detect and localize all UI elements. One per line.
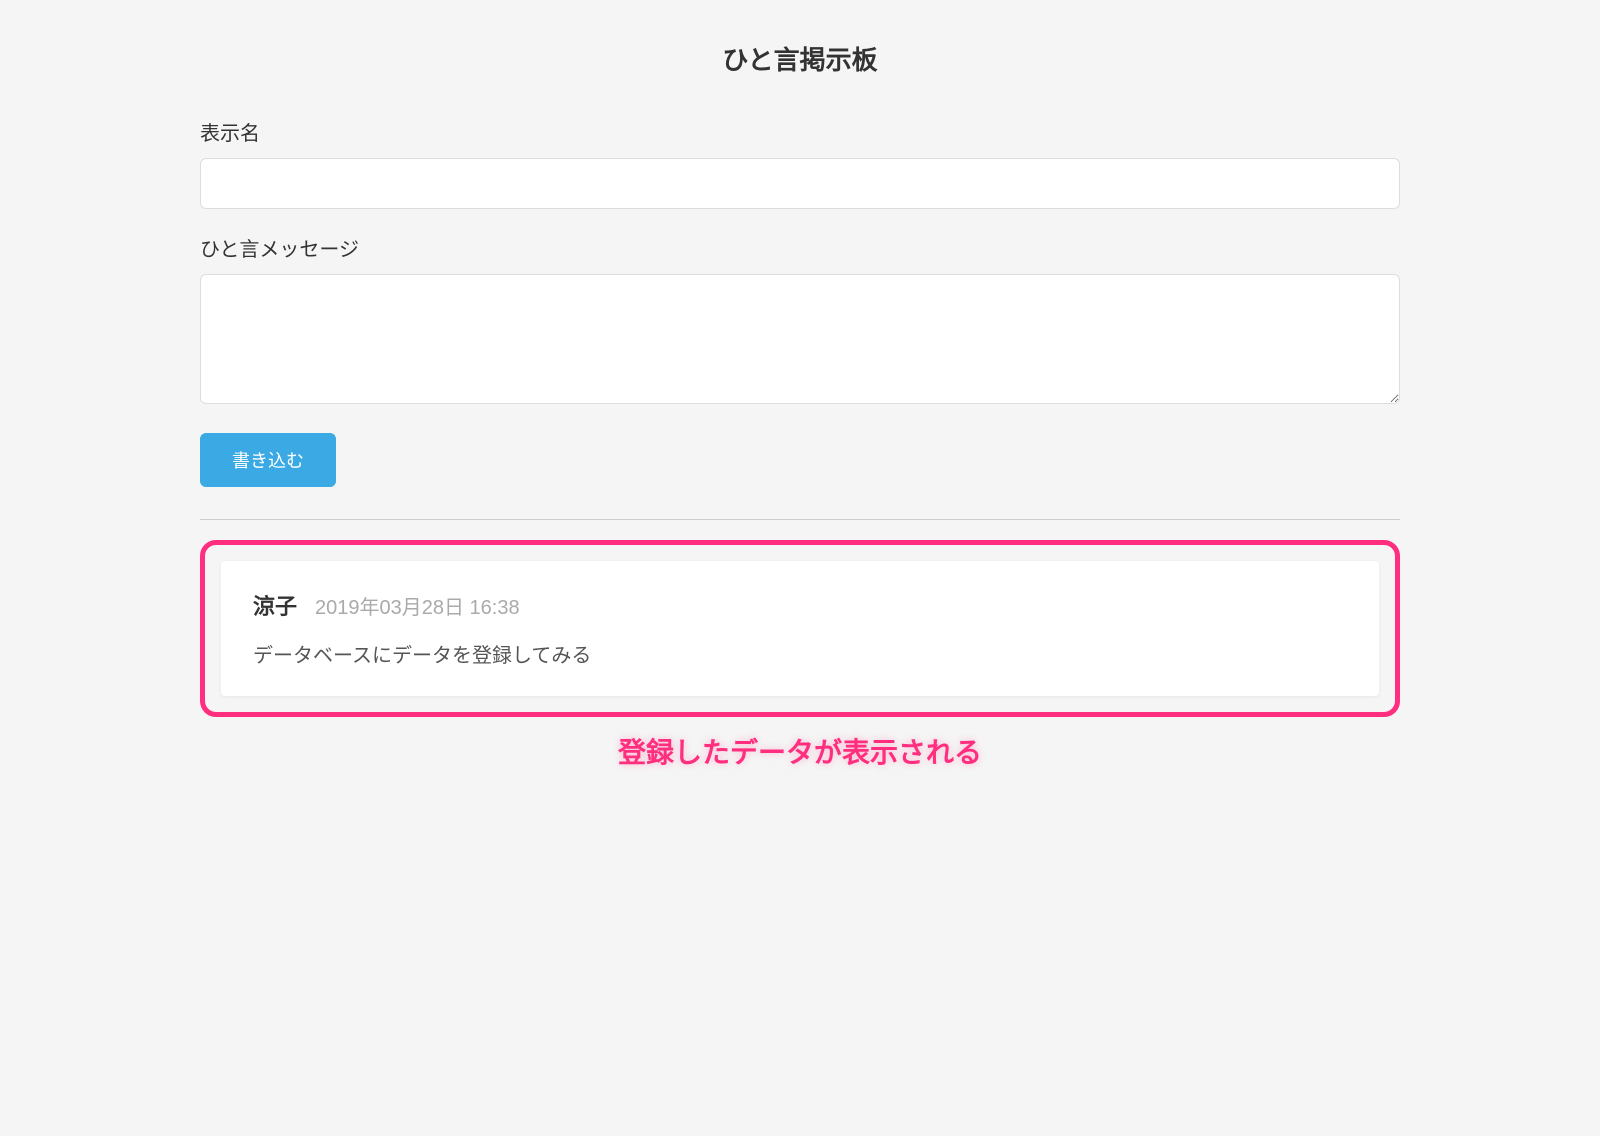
submit-button[interactable]: 書き込む bbox=[200, 433, 336, 487]
name-input[interactable] bbox=[200, 158, 1400, 209]
message-field-group: ひと言メッセージ bbox=[200, 233, 1400, 409]
section-divider bbox=[200, 519, 1400, 520]
post-message: データベースにデータを登録してみる bbox=[253, 639, 1347, 668]
post-timestamp: 2019年03月28日 16:38 bbox=[315, 591, 520, 620]
post-card: 涼子 2019年03月28日 16:38 データベースにデータを登録してみる bbox=[221, 561, 1379, 696]
annotation-caption: 登録したデータが表示される bbox=[200, 731, 1400, 771]
page-title: ひと言掲示板 bbox=[200, 40, 1400, 77]
name-field-group: 表示名 bbox=[200, 117, 1400, 209]
post-author: 涼子 bbox=[253, 589, 297, 621]
name-label: 表示名 bbox=[200, 117, 1400, 146]
message-textarea[interactable] bbox=[200, 274, 1400, 404]
post-header: 涼子 2019年03月28日 16:38 bbox=[253, 589, 1347, 621]
message-label: ひと言メッセージ bbox=[200, 233, 1400, 262]
annotation-highlight-box: 涼子 2019年03月28日 16:38 データベースにデータを登録してみる bbox=[200, 540, 1400, 717]
